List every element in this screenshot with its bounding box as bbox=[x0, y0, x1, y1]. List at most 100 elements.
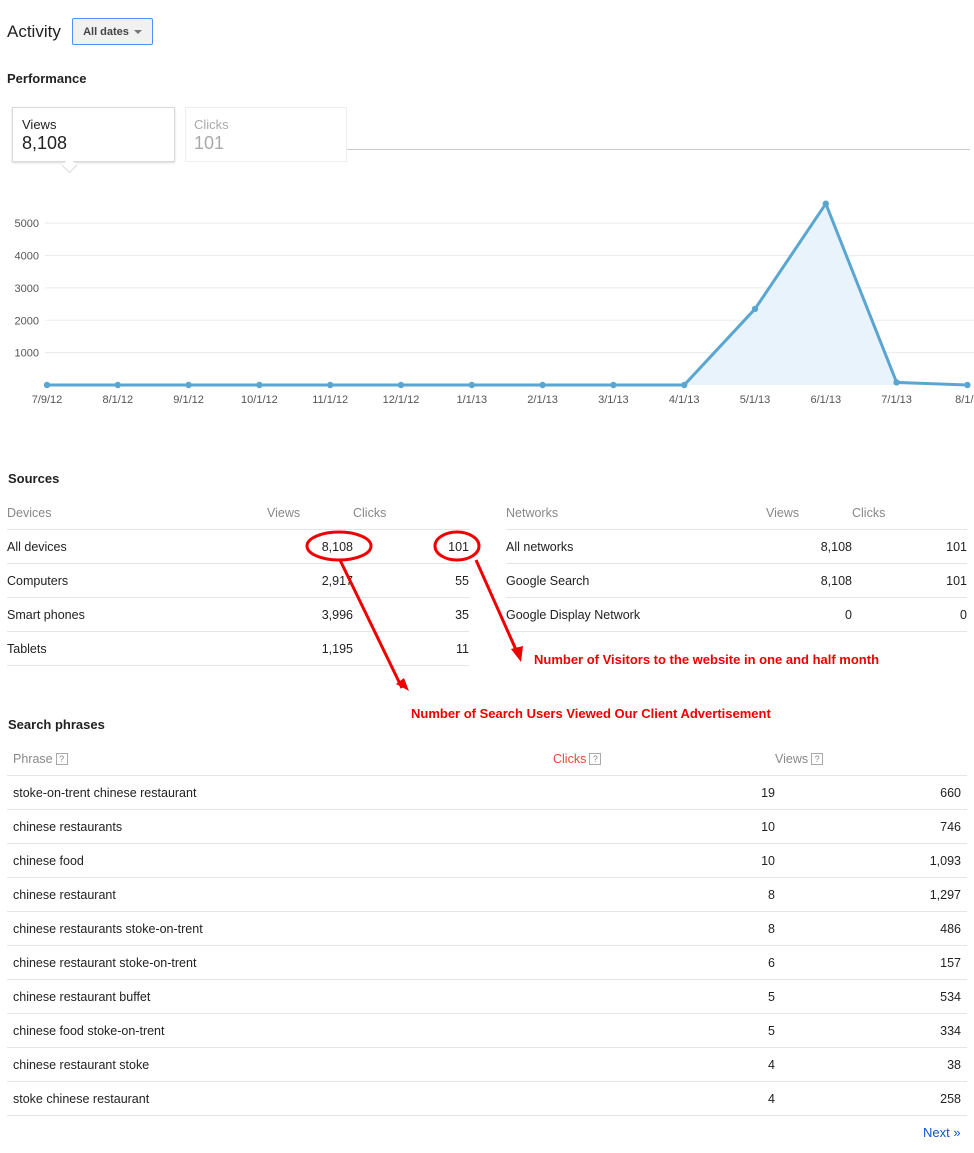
search-phrase-row: chinese restaurants stoke-on-trent 8 486 bbox=[7, 911, 967, 946]
views-col-header[interactable]: Views? bbox=[775, 742, 967, 776]
x-tick-label: 6/1/13 bbox=[811, 394, 842, 406]
views-help-icon[interactable]: ? bbox=[811, 752, 824, 765]
data-point bbox=[256, 381, 263, 389]
phrase-views-cell: 258 bbox=[775, 1081, 967, 1116]
x-tick-label: 7/1/13 bbox=[881, 394, 912, 406]
data-point bbox=[397, 381, 405, 389]
x-tick-label: 4/1/13 bbox=[669, 394, 700, 406]
phrase-cell: chinese restaurant stoke bbox=[7, 1047, 553, 1082]
phrase-views-cell: 746 bbox=[775, 809, 967, 844]
search-phrase-row: chinese restaurant stoke 4 38 bbox=[7, 1047, 967, 1082]
phrase-clicks-cell: 8 bbox=[553, 911, 775, 946]
phrase-clicks-cell: 19 bbox=[553, 775, 775, 810]
data-point bbox=[114, 381, 122, 389]
clicks-col-label: Clicks bbox=[553, 751, 587, 766]
search-phrase-row: chinese food 10 1,093 bbox=[7, 843, 967, 878]
views-area bbox=[47, 203, 968, 385]
search-phrase-row: chinese restaurant buffet 5 534 bbox=[7, 979, 967, 1014]
phrase-views-cell: 1,297 bbox=[775, 877, 967, 912]
phrase-cell: stoke chinese restaurant bbox=[7, 1081, 553, 1116]
phrase-clicks-cell: 4 bbox=[553, 1081, 775, 1116]
phrase-views-cell: 534 bbox=[775, 979, 967, 1014]
views-metric-label: Views bbox=[22, 117, 57, 132]
phrase-cell: chinese restaurant stoke-on-trent bbox=[7, 945, 553, 980]
data-point bbox=[822, 200, 829, 207]
search-phrase-row: stoke chinese restaurant 4 258 bbox=[7, 1081, 967, 1116]
data-point bbox=[751, 305, 759, 313]
x-tick-label: 7/9/12 bbox=[32, 394, 63, 406]
x-tick-label: 11/1/12 bbox=[312, 394, 348, 406]
phrase-cell: chinese restaurants stoke-on-trent bbox=[7, 911, 553, 946]
phrase-help-icon[interactable]: ? bbox=[55, 752, 68, 765]
clicks-metric-value: 101 bbox=[194, 133, 225, 153]
date-range-label: All dates bbox=[83, 25, 129, 38]
clicks-highlight-circle bbox=[433, 530, 481, 562]
data-point bbox=[610, 381, 617, 389]
data-point bbox=[43, 381, 51, 389]
views-highlight-circle bbox=[305, 530, 373, 562]
visitors-arrow-line bbox=[474, 559, 519, 653]
views-metric-tab[interactable]: Views 8,108 bbox=[12, 107, 175, 162]
search-phrase-row: chinese restaurant 8 1,297 bbox=[7, 877, 967, 912]
x-tick-label: 8/1/12 bbox=[103, 394, 134, 406]
phrase-cell: chinese restaurant buffet bbox=[7, 979, 553, 1014]
search-users-annotation: Number of Search Users Viewed Our Client… bbox=[411, 706, 771, 721]
x-tick-label: 9/1/12 bbox=[173, 394, 204, 406]
phrase-views-cell: 660 bbox=[775, 775, 967, 810]
phrase-clicks-cell: 5 bbox=[553, 979, 775, 1014]
data-point bbox=[681, 381, 688, 389]
phrase-cell: stoke-on-trent chinese restaurant bbox=[7, 775, 553, 810]
phrase-views-cell: 486 bbox=[775, 911, 967, 946]
clicks-help-icon[interactable]: ? bbox=[589, 752, 602, 765]
phrase-cell: chinese food bbox=[7, 843, 553, 878]
search-phrase-row: chinese restaurant stoke-on-trent 6 157 bbox=[7, 945, 967, 980]
phrase-clicks-cell: 10 bbox=[553, 809, 775, 844]
y-tick-label: 1000 bbox=[15, 348, 39, 360]
y-tick-label: 4000 bbox=[15, 251, 39, 263]
y-tick-label: 3000 bbox=[15, 283, 39, 295]
data-point bbox=[893, 379, 900, 386]
search-phrase-row: chinese restaurants 10 746 bbox=[7, 809, 967, 844]
data-point bbox=[539, 381, 546, 389]
visitors-arrow-head-icon bbox=[511, 646, 523, 662]
phrase-col-header[interactable]: Phrase? bbox=[7, 742, 553, 776]
x-tick-label: 1/1/13 bbox=[457, 394, 488, 406]
search-users-arrow-line bbox=[338, 559, 404, 689]
phrases-header-row: Phrase? Clicks? Views? bbox=[7, 742, 967, 776]
x-tick-label: 3/1/13 bbox=[598, 394, 629, 406]
x-tick-label: 10/1/12 bbox=[241, 394, 278, 406]
phrase-views-cell: 38 bbox=[775, 1047, 967, 1082]
x-tick-label: 2/1/13 bbox=[527, 394, 558, 406]
phrase-col-label: Phrase bbox=[13, 751, 53, 766]
phrase-clicks-cell: 5 bbox=[553, 1013, 775, 1048]
data-point bbox=[964, 381, 971, 389]
page-title: Activity bbox=[7, 22, 61, 41]
phrase-views-cell: 1,093 bbox=[775, 843, 967, 878]
x-tick-label: 5/1/13 bbox=[740, 394, 771, 406]
data-point bbox=[327, 381, 334, 389]
phrase-cell: chinese restaurants bbox=[7, 809, 553, 844]
phrase-cell: chinese food stoke-on-trent bbox=[7, 1013, 553, 1048]
annotation-overlay bbox=[305, 530, 523, 691]
visitors-annotation: Number of Visitors to the website in one… bbox=[534, 652, 880, 667]
search-phrase-row: chinese food stoke-on-trent 5 334 bbox=[7, 1013, 967, 1048]
phrase-cell: chinese restaurant bbox=[7, 877, 553, 912]
phrase-clicks-cell: 8 bbox=[553, 877, 775, 912]
clicks-col-header[interactable]: Clicks? bbox=[553, 742, 775, 776]
phrase-views-cell: 334 bbox=[775, 1013, 967, 1048]
y-tick-label: 2000 bbox=[15, 315, 39, 327]
x-tick-label: 8/1/1 bbox=[955, 394, 974, 406]
y-tick-label: 5000 bbox=[15, 218, 39, 230]
date-range-dropdown[interactable]: All dates bbox=[72, 18, 153, 45]
data-point bbox=[468, 381, 475, 389]
phrase-views-cell: 157 bbox=[775, 945, 967, 980]
phrase-clicks-cell: 10 bbox=[553, 843, 775, 878]
phrase-clicks-cell: 4 bbox=[553, 1047, 775, 1082]
clicks-metric-tab[interactable]: Clicks 101 bbox=[185, 107, 347, 162]
next-page-link[interactable]: Next » bbox=[923, 1125, 961, 1140]
views-col-label: Views bbox=[775, 751, 809, 766]
x-tick-label: 12/1/12 bbox=[383, 394, 420, 406]
performance-heading: Performance bbox=[7, 71, 87, 86]
tab-divider bbox=[346, 149, 970, 150]
search-phrases-table: Phrase? Clicks? Views? stoke-on-trent ch… bbox=[7, 742, 967, 1116]
